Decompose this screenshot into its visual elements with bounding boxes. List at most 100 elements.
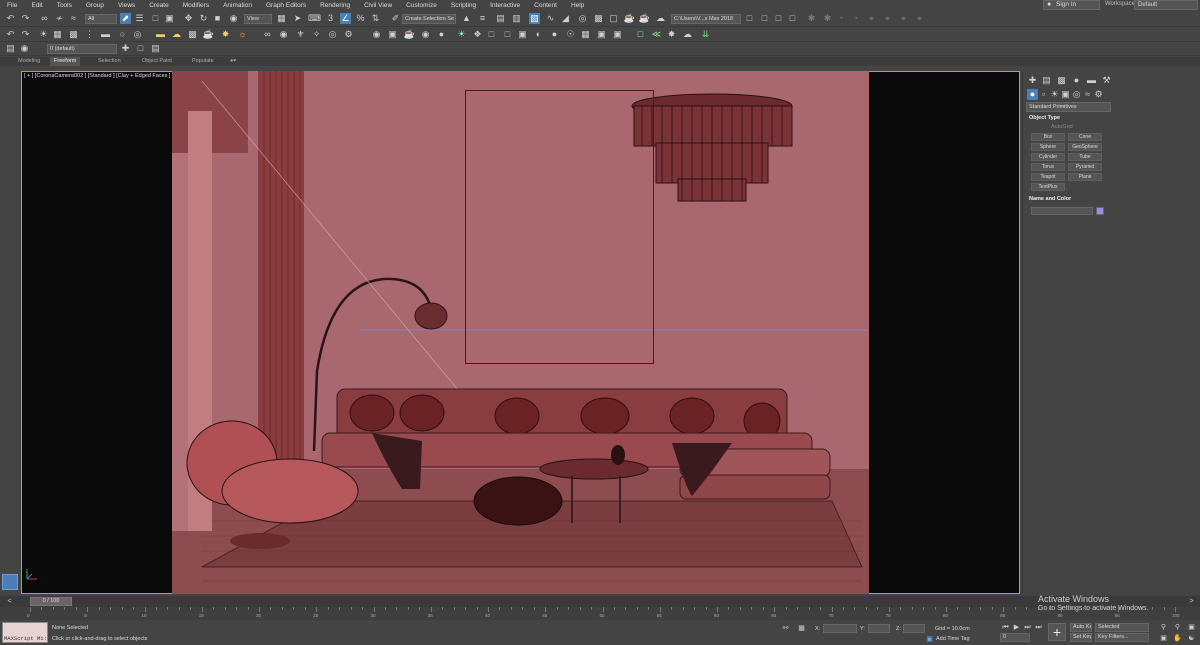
link-icon[interactable]: ∞ — [39, 13, 50, 24]
sun-icon[interactable]: ☼ — [237, 29, 248, 40]
lock-icon[interactable]: ⚯ — [780, 623, 791, 634]
scale-icon[interactable]: ■ — [212, 13, 223, 24]
toggle-scene-explorer-icon[interactable]: ▤ — [495, 13, 506, 24]
zoom-icon[interactable]: ⚲ — [1158, 622, 1169, 633]
time-slider-thumb[interactable]: 0 / 100 — [30, 597, 72, 606]
utilities-tab-icon[interactable]: ⚒ — [1101, 75, 1112, 86]
current-frame-field[interactable]: 0 — [1000, 633, 1030, 642]
time-slider-right-icon[interactable]: > — [1186, 596, 1197, 607]
render-region-icon[interactable]: □ — [635, 29, 646, 40]
sphere-icon[interactable]: ◉ — [278, 29, 289, 40]
unlink-icon[interactable]: ≁ — [54, 13, 65, 24]
material-editor-icon[interactable]: ◎ — [577, 13, 588, 24]
tube-button[interactable]: Tube — [1068, 153, 1102, 161]
rect-selection-icon[interactable]: □ — [150, 13, 161, 24]
y-coordinate-field[interactable] — [868, 624, 890, 633]
x-coordinate-field[interactable] — [823, 624, 857, 633]
set-key-button[interactable]: Set Key — [1070, 633, 1092, 642]
percent-snap-icon[interactable]: % — [355, 13, 366, 24]
project-folder-dropdown[interactable]: C:\Users\V...s Max 2018 — [671, 14, 741, 24]
layer-manager-icon[interactable]: ▤ — [5, 43, 16, 54]
cylinder-button[interactable]: Cylinder — [1031, 153, 1065, 161]
snaps-toggle-icon[interactable]: 3 — [325, 13, 336, 24]
rendered-frame-window-icon[interactable]: ▢ — [608, 13, 619, 24]
z-coordinate-field[interactable] — [903, 624, 925, 633]
object-color-swatch[interactable] — [1096, 207, 1104, 215]
project-folder-icon[interactable]: □ — [759, 13, 770, 24]
object-type-header[interactable]: Object Type — [1029, 115, 1060, 121]
object-name-field[interactable] — [1031, 207, 1093, 215]
dim-tool-icon[interactable]: ✱ — [806, 13, 817, 24]
curve-editor-icon[interactable]: ∿ — [545, 13, 556, 24]
dot-tool-2-icon[interactable]: • — [851, 13, 862, 24]
new-project-icon[interactable]: □ — [787, 13, 798, 24]
hierarchy-tab-icon[interactable]: ▩ — [1056, 75, 1067, 86]
named-selection-dropdown[interactable]: Create Selection Se — [402, 14, 456, 24]
angle-snap-icon[interactable]: ∠ — [340, 13, 351, 24]
goto-end-icon[interactable]: ⏭ — [1033, 622, 1044, 633]
layer-dropdown[interactable]: 0 (default) — [47, 44, 117, 54]
sign-in-button[interactable]: ● Sign In — [1043, 0, 1100, 10]
dim-tool-2-icon[interactable]: ✱ — [822, 13, 833, 24]
next-frame-icon[interactable]: ⏭ — [1022, 622, 1033, 633]
goto-start-icon[interactable]: ⏮ — [1000, 622, 1011, 633]
grid-icon[interactable]: ▦ — [52, 29, 63, 40]
torus-button[interactable]: Torus — [1031, 163, 1065, 171]
bind-space-warp-icon[interactable]: ≈ — [68, 13, 79, 24]
rotate-icon[interactable]: ↻ — [198, 13, 209, 24]
capture-icon[interactable]: □ — [486, 29, 497, 40]
geometry-icon[interactable]: ● — [1027, 89, 1038, 100]
orbit-icon[interactable]: ☯ — [1186, 633, 1197, 644]
mirror-icon[interactable]: ▲ — [461, 13, 472, 24]
move-icon[interactable]: ✥ — [183, 13, 194, 24]
text-tool-icon[interactable]: ▬ — [100, 29, 111, 40]
align-icon[interactable]: ≡ — [477, 13, 488, 24]
bulb-icon[interactable]: ☁ — [682, 29, 693, 40]
globe-icon[interactable]: ◉ — [371, 29, 382, 40]
spacewarps-icon[interactable]: ≈ — [1082, 89, 1093, 100]
cube-icon[interactable]: ▩ — [187, 29, 198, 40]
lights-icon[interactable]: ☀ — [1049, 89, 1060, 100]
gear-icon[interactable]: ⚙ — [343, 29, 354, 40]
light-icon[interactable]: ☀ — [456, 29, 467, 40]
viewport-label[interactable]: [ + ] [CoronaCamera002 ] [Standard ] [Cl… — [24, 73, 170, 79]
tab-populate[interactable]: Populate — [188, 57, 218, 66]
yellow-cloud-icon[interactable]: ☁ — [171, 29, 182, 40]
shapes-icon[interactable]: ▫ — [1038, 89, 1049, 100]
menu-views[interactable]: Views — [118, 2, 135, 9]
gray-sphere-icon[interactable]: ● — [436, 29, 447, 40]
tab-modeling[interactable]: Modeling — [14, 57, 44, 66]
create-tab-icon[interactable]: ✚ — [1027, 75, 1038, 86]
render-in-cloud-icon[interactable]: ☁ — [655, 13, 666, 24]
sphere-tool-4-icon[interactable]: ● — [914, 13, 925, 24]
clone-icon[interactable]: ◐ — [533, 29, 544, 40]
key-filters-button[interactable]: Key Filters... — [1095, 633, 1149, 642]
menu-customize[interactable]: Customize — [406, 2, 437, 9]
zoom-extents-icon[interactable]: ▣ — [1186, 622, 1197, 633]
pin-icon[interactable]: ❖ — [472, 29, 483, 40]
menu-scripting[interactable]: Scripting — [451, 2, 476, 9]
yellow-star-icon[interactable]: ✸ — [220, 29, 231, 40]
add-layer-icon[interactable]: ✚ — [120, 43, 131, 54]
zoom-all-icon[interactable]: ⚲ — [1172, 622, 1183, 633]
geosphere-button[interactable]: GeoSphere — [1068, 143, 1102, 151]
reference-coordinate-dropdown[interactable]: View — [244, 14, 272, 24]
menu-interactive[interactable]: Interactive — [490, 2, 520, 9]
field-of-view-tool-icon[interactable]: ▣ — [1158, 633, 1169, 644]
modify-tab-icon[interactable]: ▤ — [1041, 75, 1052, 86]
render-iterative-icon[interactable]: ☕ — [639, 13, 650, 24]
play-icon[interactable]: ▶ — [1011, 622, 1022, 633]
box-button[interactable]: Box — [1031, 133, 1065, 141]
auto-key-button[interactable]: Auto Key — [1070, 623, 1092, 632]
redo-scene-icon[interactable]: ↷ — [20, 29, 31, 40]
effects-icon[interactable]: ✸ — [666, 29, 677, 40]
menu-help[interactable]: Help — [571, 2, 584, 9]
workspace-select[interactable]: Default — [1134, 0, 1198, 10]
rotate-view-icon[interactable]: ☉ — [565, 29, 576, 40]
time-tag-icon[interactable]: ▣ — [924, 634, 935, 645]
menu-content[interactable]: Content — [534, 2, 557, 9]
menu-tools[interactable]: Tools — [57, 2, 72, 9]
menu-edit[interactable]: Edit — [31, 2, 42, 9]
cameras-icon[interactable]: ▣ — [1060, 89, 1071, 100]
circle-tool-icon[interactable]: ○ — [117, 29, 128, 40]
